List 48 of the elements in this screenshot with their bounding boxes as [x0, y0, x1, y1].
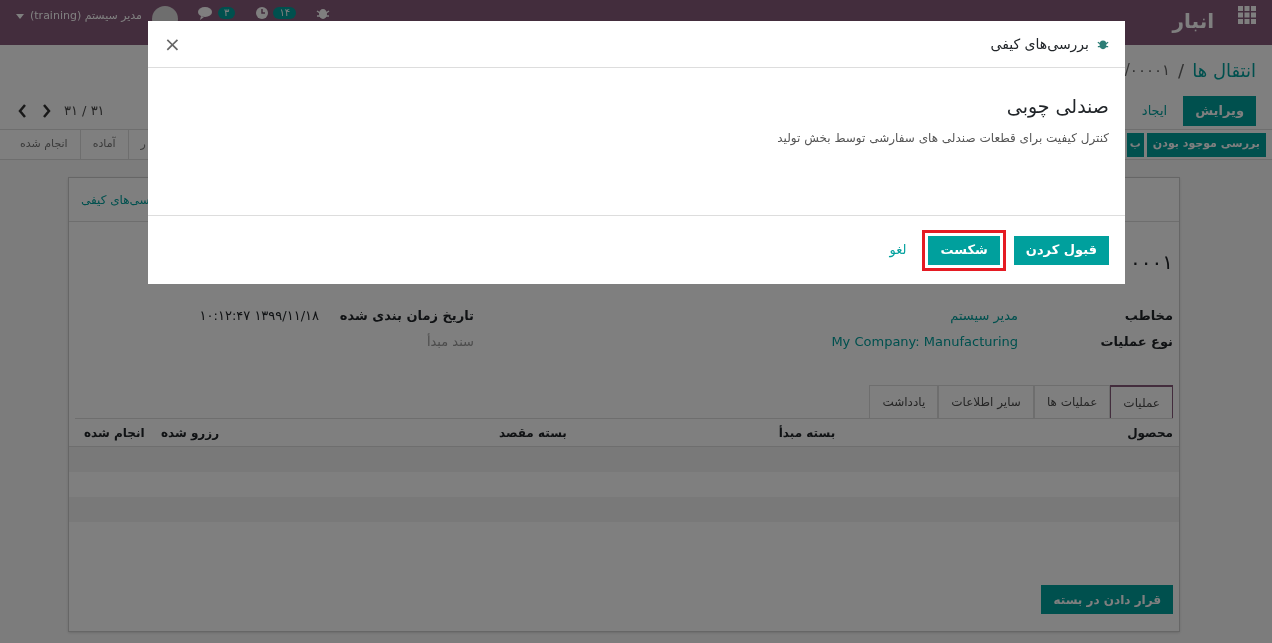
- cancel-link[interactable]: لغو: [881, 240, 915, 260]
- clock-icon: [255, 6, 270, 20]
- field-label: نوع عملیات: [1099, 332, 1173, 351]
- close-button[interactable]: ×: [164, 29, 181, 59]
- dialog-heading: صندلی چوبی: [1005, 94, 1109, 120]
- column-header: بسته مقصد: [497, 424, 567, 442]
- dialog-action-button[interactable]: شکست: [928, 235, 1000, 265]
- status-action-button[interactable]: بررسی موجود بودن: [1146, 132, 1266, 157]
- edit-button[interactable]: ویرایش: [1183, 96, 1256, 126]
- bug-icon: [1097, 38, 1109, 50]
- previous-icon[interactable]: [16, 104, 28, 118]
- tab[interactable]: عملیات ها: [1033, 385, 1111, 418]
- tab[interactable]: عملیات: [1110, 385, 1173, 418]
- user-name: مدیر سیستم (training): [30, 8, 142, 21]
- put-in-pack-button[interactable]: قرار دادن در بسته: [1041, 585, 1173, 614]
- app-name[interactable]: انبار: [1172, 6, 1214, 36]
- bug-icon[interactable]: [316, 6, 331, 20]
- next-icon[interactable]: [40, 104, 52, 118]
- caret-icon: [16, 14, 24, 19]
- dialog-action-button[interactable]: قبول کردن: [1013, 235, 1109, 265]
- field-value: ۱۳۹۹/۱۱/۱۸ ۱۰:۱۲:۴۷: [199, 307, 319, 325]
- create-button[interactable]: ایجاد: [1129, 96, 1180, 126]
- messages-button[interactable]: ۳: [198, 6, 236, 20]
- status-stage[interactable]: آماده: [80, 130, 129, 159]
- field-value-link[interactable]: مدیر سیستم: [950, 306, 1018, 326]
- dialog-description: کنترل کیفیت برای قطعات صندلی های سفارشی توسط بخش تولید: [776, 129, 1109, 147]
- column-header: رزرو شده: [159, 424, 220, 442]
- pager-value: ۳۱ / ۳۱: [64, 102, 105, 121]
- field-value-link[interactable]: My Company: Manufacturing: [831, 331, 1018, 351]
- field-label: مخاطب: [1123, 307, 1173, 325]
- tab[interactable]: سایر اطلاعات: [938, 385, 1034, 418]
- status-stage[interactable]: انجام شده: [8, 130, 81, 159]
- breadcrumb-link[interactable]: انتقال ها: [1192, 57, 1256, 84]
- message-count: ۳: [218, 7, 236, 19]
- field-label: تاریخ زمان بندی شده: [338, 307, 474, 325]
- activity-count: ۱۴: [273, 7, 297, 19]
- breadcrumb-separator: /: [1178, 59, 1185, 83]
- column-header: بسته مبدأ: [777, 424, 836, 442]
- activity-button[interactable]: ۱۴: [255, 6, 297, 20]
- tab[interactable]: یادداشت: [869, 385, 939, 418]
- record-title: ۰۰۰۱: [1130, 249, 1173, 276]
- status-action-button[interactable]: ب: [1126, 132, 1144, 157]
- quality-checks-button[interactable]: سی‌های کیفی: [81, 190, 150, 209]
- dialog-title: بررسی‌های کیفی: [990, 34, 1089, 55]
- column-header: محصول: [1126, 424, 1173, 442]
- column-header: انجام شده: [83, 424, 145, 442]
- apps-menu-icon[interactable]: [1238, 6, 1256, 24]
- breadcrumb-current: /۰۰۰۰۱: [1124, 60, 1171, 82]
